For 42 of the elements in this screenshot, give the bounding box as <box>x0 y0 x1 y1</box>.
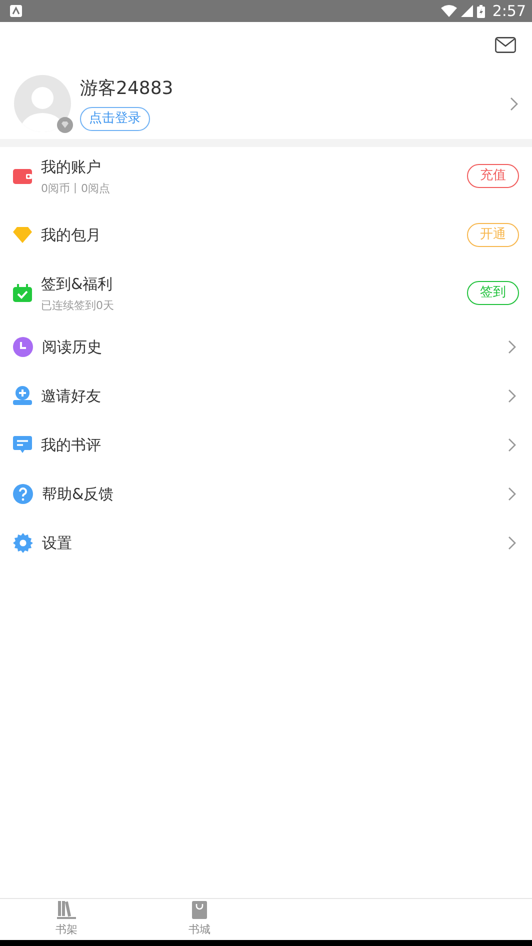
menu-title: 帮助&反馈 <box>42 484 114 504</box>
clock: 2:57 <box>492 0 526 22</box>
menu-item[interactable]: 我的书评 <box>0 420 532 469</box>
menu-item[interactable]: 我的账户 0阅币丨0阅点 充值 <box>0 147 532 205</box>
diamond-icon <box>13 226 32 242</box>
mail-icon[interactable] <box>495 37 516 53</box>
menu-item[interactable]: 帮助&反馈 <box>0 469 532 518</box>
menu-title: 我的包月 <box>41 224 101 244</box>
notification-icon <box>10 5 22 17</box>
menu-item[interactable]: 我的包月 开通 <box>0 205 532 264</box>
help-icon <box>13 484 33 504</box>
signal-icon <box>461 5 474 17</box>
chevron-right-icon[interactable] <box>508 486 516 500</box>
menu-title: 我的书评 <box>41 434 101 454</box>
clock-icon <box>13 336 33 356</box>
battery-icon <box>477 4 486 18</box>
diamond-badge-icon <box>57 117 73 133</box>
menu-item[interactable]: 邀请好友 <box>0 371 532 420</box>
add-person-icon <box>13 386 32 405</box>
menu-item[interactable]: 签到&福利 已连续签到0天 签到 <box>0 264 532 322</box>
chevron-right-icon[interactable] <box>508 340 516 354</box>
username: 游客24883 <box>80 76 174 100</box>
settings-icon <box>13 532 33 552</box>
menu-title: 邀请好友 <box>41 386 101 406</box>
shopping-bag-icon <box>192 900 207 919</box>
menu-item[interactable]: 阅读历史 <box>0 322 532 371</box>
chevron-right-icon[interactable] <box>508 388 516 402</box>
comment-icon <box>13 436 32 454</box>
wifi-icon <box>441 5 458 17</box>
chevron-right-icon[interactable] <box>510 96 518 110</box>
chevron-right-icon[interactable] <box>508 438 516 452</box>
menu-title: 我的账户 <box>41 156 102 176</box>
menu-title: 签到&福利 <box>41 274 114 294</box>
calendar-check-icon <box>13 284 32 302</box>
chevron-right-icon[interactable] <box>508 536 516 550</box>
menu-title: 阅读历史 <box>42 336 102 356</box>
menu-subtitle: 已连续签到0天 <box>41 298 114 312</box>
wallet-icon <box>13 168 32 184</box>
menu-subtitle: 0阅币丨0阅点 <box>41 180 110 196</box>
menu-item[interactable]: 设置 <box>0 518 532 567</box>
menu-title: 设置 <box>42 532 72 552</box>
bookshelf-icon <box>57 900 76 919</box>
